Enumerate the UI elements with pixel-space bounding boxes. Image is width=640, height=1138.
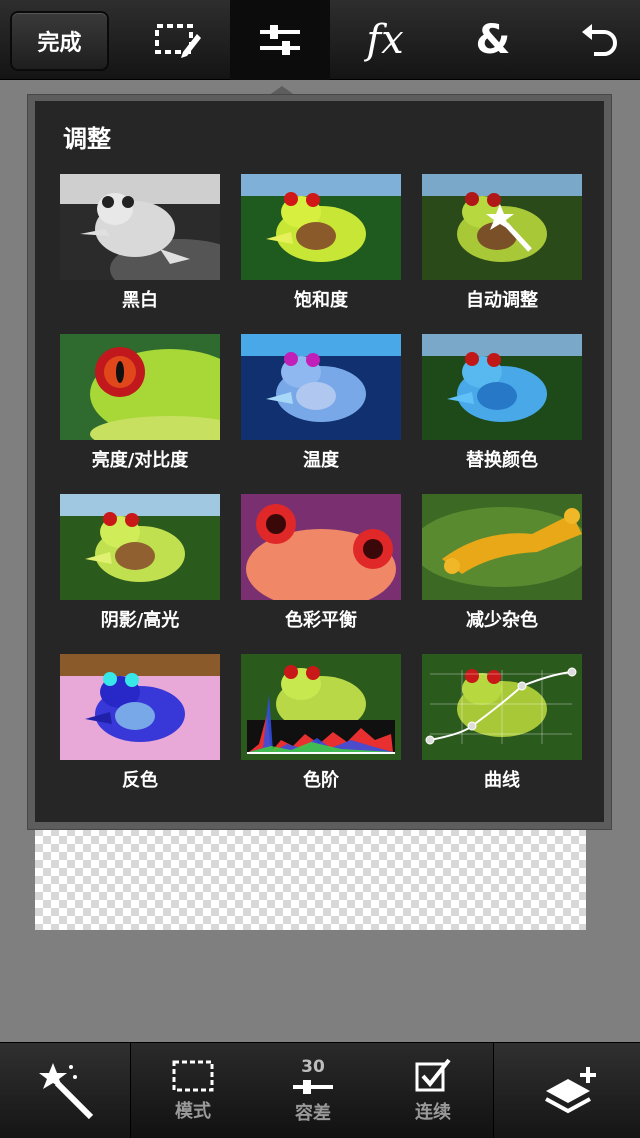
layers-add-icon: [545, 1067, 596, 1114]
adjust-item-black-white[interactable]: 黑白: [60, 174, 220, 314]
adjust-item-label: 曲线: [484, 770, 520, 791]
tolerance-label: 容差: [295, 1103, 331, 1124]
contiguous-toggle[interactable]: 连续: [393, 1043, 473, 1138]
saturation-thumbnail: [241, 174, 401, 280]
color-balance-thumbnail: [241, 494, 401, 600]
selection-edit-icon: [155, 24, 201, 58]
adjust-item-color-balance[interactable]: 色彩平衡: [241, 494, 401, 634]
brightness-contrast-thumbnail: [60, 334, 220, 440]
replace-color-thumbnail: [422, 334, 582, 440]
fx-button[interactable]: fx: [335, 0, 435, 80]
adjust-item-brightness-contrast[interactable]: 亮度/对比度: [60, 334, 220, 474]
fx-effects-icon: fx: [366, 17, 404, 63]
tolerance-control[interactable]: 30 容差: [273, 1043, 353, 1138]
checkbox-icon: [415, 1058, 451, 1092]
adjust-popover: 调整 黑白 饱和度 自动调整 亮度/对比度 温度 替换颜色 阴影/高光 色彩平衡…: [35, 101, 604, 822]
adjust-item-label: 阴影/高光: [100, 610, 180, 631]
adjust-item-label: 色彩平衡: [285, 610, 357, 631]
levels-thumbnail: [241, 654, 401, 760]
adjust-button[interactable]: [230, 0, 330, 80]
adjust-item-label: 温度: [303, 450, 339, 471]
adjust-item-label: 饱和度: [294, 290, 348, 311]
adjust-item-temperature[interactable]: 温度: [241, 334, 401, 474]
curves-thumbnail: [422, 654, 582, 760]
panel-title: 调整: [63, 125, 111, 153]
undo-icon: [582, 24, 617, 56]
magic-wand-button[interactable]: [20, 1043, 110, 1138]
tolerance-slider-icon: [293, 1080, 333, 1094]
tolerance-value: 30: [301, 1057, 325, 1077]
adjust-item-label: 黑白: [122, 290, 158, 311]
adjust-item-label: 自动调整: [466, 290, 538, 311]
bottom-toolbar: 模式 30 容差 连续: [0, 1042, 640, 1138]
image-canvas[interactable]: [35, 820, 586, 930]
adjust-item-levels[interactable]: 色阶: [241, 654, 401, 794]
auto-adjust-thumbnail: [422, 174, 582, 280]
adjust-item-label: 减少杂色: [466, 610, 538, 631]
adjust-item-replace-color[interactable]: 替换颜色: [422, 334, 582, 474]
adjust-sliders-icon: [260, 25, 300, 55]
blend-ampersand-icon: &: [475, 17, 511, 63]
contiguous-label: 连续: [415, 1102, 451, 1123]
shadows-highlights-thumbnail: [60, 494, 220, 600]
adjust-item-label: 替换颜色: [466, 450, 538, 471]
mode-label: 模式: [175, 1101, 211, 1122]
adjust-item-label: 亮度/对比度: [91, 450, 189, 471]
adjust-item-invert[interactable]: 反色: [60, 654, 220, 794]
adjust-item-label: 反色: [122, 770, 158, 791]
adjust-item-label: 色阶: [303, 770, 339, 791]
magic-wand-icon: [39, 1063, 94, 1120]
reduce-noise-thumbnail: [422, 494, 582, 600]
adjust-item-auto[interactable]: 自动调整: [422, 174, 582, 314]
top-toolbar: 完成 fx &: [0, 0, 640, 80]
temperature-thumbnail: [241, 334, 401, 440]
selection-options: 模式 30 容差 连续: [130, 1043, 494, 1138]
done-button[interactable]: 完成: [10, 11, 109, 71]
blend-button[interactable]: &: [443, 0, 543, 80]
selection-edit-button[interactable]: [127, 0, 227, 80]
adjust-item-saturation[interactable]: 饱和度: [241, 174, 401, 314]
undo-button[interactable]: [548, 0, 640, 80]
black-white-thumbnail: [60, 174, 220, 280]
adjust-item-shadows-highlights[interactable]: 阴影/高光: [60, 494, 220, 634]
adjust-item-reduce-noise[interactable]: 减少杂色: [422, 494, 582, 634]
invert-thumbnail: [60, 654, 220, 760]
mode-button[interactable]: 模式: [153, 1043, 233, 1138]
adjust-item-curves[interactable]: 曲线: [422, 654, 582, 794]
marquee-mode-icon: [172, 1060, 214, 1092]
layers-button[interactable]: [525, 1043, 615, 1138]
